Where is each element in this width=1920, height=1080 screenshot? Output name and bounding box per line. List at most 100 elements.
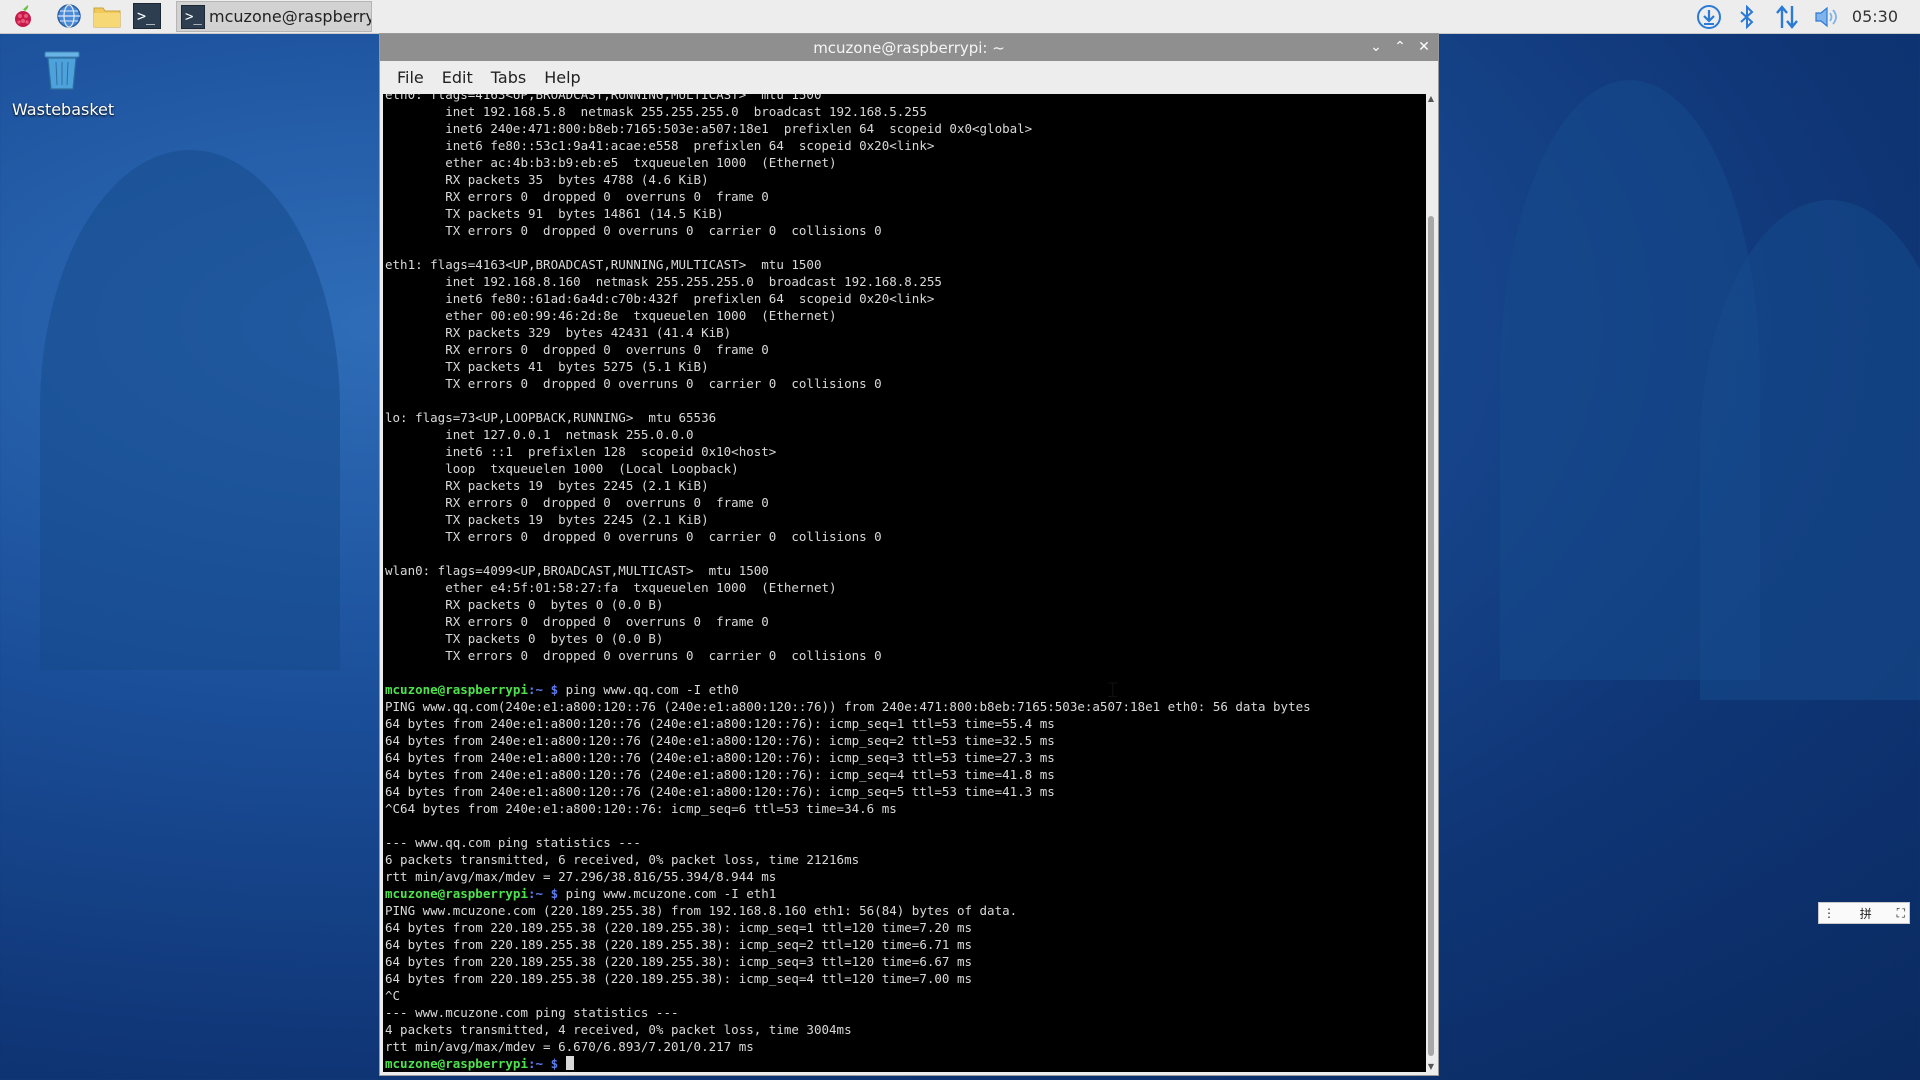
output-line: ^C64 bytes from 240e:e1:a800:120::76: ic… (385, 801, 897, 816)
command-text (558, 1056, 566, 1071)
output-line: RX packets 35 bytes 4788 (4.6 KiB) (385, 172, 709, 187)
network-icon[interactable] (1770, 0, 1804, 33)
output-line: RX packets 19 bytes 2245 (2.1 KiB) (385, 478, 709, 493)
menu-edit[interactable]: Edit (433, 68, 482, 87)
prompt-user: mcuzone@raspberrypi (385, 682, 528, 697)
prompt-user: mcuzone@raspberrypi (385, 886, 528, 901)
prompt-line: mcuzone@raspberrypi:~ $ (385, 1055, 1425, 1072)
title-bar[interactable]: mcuzone@raspberrypi: ~ ⌄ ⌃ ✕ (380, 34, 1438, 61)
scroll-down-arrow-icon[interactable]: ▼ (1426, 1062, 1436, 1072)
output-line: 64 bytes from 220.189.255.38 (220.189.25… (385, 954, 972, 969)
output-line: TX errors 0 dropped 0 overruns 0 carrier… (385, 376, 882, 391)
trash-icon (44, 51, 80, 90)
output-line: 64 bytes from 240e:e1:a800:120::76 (240e… (385, 733, 1055, 748)
output-line: 64 bytes from 240e:e1:a800:120::76 (240e… (385, 750, 1055, 765)
window-title: mcuzone@raspberrypi: ~ (813, 38, 1005, 57)
wastebasket-label: Wastebasket (12, 100, 115, 119)
clock[interactable]: 05:30 (1852, 0, 1898, 33)
output-line: inet 192.168.5.8 netmask 255.255.255.0 b… (385, 104, 927, 119)
output-line: eth0: flags=4163<UP,BROADCAST,RUNNING,MU… (385, 94, 822, 102)
mouse-ibeam-cursor-icon: 𝙸 (1105, 678, 1121, 703)
output-line: 64 bytes from 220.189.255.38 (220.189.25… (385, 937, 972, 952)
output-line: RX errors 0 dropped 0 overruns 0 frame 0 (385, 342, 769, 357)
scroll-thumb[interactable] (1428, 216, 1434, 1056)
terminal-icon[interactable]: >_ (130, 1, 164, 31)
output-line: 64 bytes from 240e:e1:a800:120::76 (240e… (385, 767, 1055, 782)
terminal-icon: >_ (181, 4, 206, 29)
command-text: ping www.qq.com -I eth0 (558, 682, 739, 697)
output-line: inet6 fe80::61ad:6a4d:c70b:432f prefixle… (385, 291, 935, 306)
output-line: 64 bytes from 220.189.255.38 (220.189.25… (385, 971, 972, 986)
output-line: inet 127.0.0.1 netmask 255.0.0.0 (385, 427, 694, 442)
output-line: inet 192.168.8.160 netmask 255.255.255.0… (385, 274, 942, 289)
prompt-user: mcuzone@raspberrypi (385, 1056, 528, 1071)
menu-tabs[interactable]: Tabs (482, 68, 535, 87)
bluetooth-icon[interactable] (1732, 0, 1762, 33)
output-line: 64 bytes from 240e:e1:a800:120::76 (240e… (385, 716, 1055, 731)
output-line: inet6 ::1 prefixlen 128 scopeid 0x10<hos… (385, 444, 777, 459)
file-manager-icon[interactable] (90, 1, 124, 31)
desktop-mountain (40, 150, 340, 670)
text-cursor (565, 1056, 574, 1070)
wastebasket-desktop-icon[interactable]: Wastebasket (12, 46, 115, 119)
output-line: RX errors 0 dropped 0 overruns 0 frame 0 (385, 495, 769, 510)
close-button[interactable]: ✕ (1414, 37, 1434, 57)
output-line: 64 bytes from 220.189.255.38 (220.189.25… (385, 920, 972, 935)
prompt-path: :~ $ (528, 682, 559, 697)
taskbar-task-terminal[interactable]: >_ mcuzone@raspberry... (176, 1, 372, 32)
maximize-button[interactable]: ⌃ (1390, 37, 1410, 57)
output-line: eth1: flags=4163<UP,BROADCAST,RUNNING,MU… (385, 257, 822, 272)
output-line: rtt min/avg/max/mdev = 6.670/6.893/7.201… (385, 1039, 754, 1054)
taskbar-task-label: mcuzone@raspberry... (209, 7, 371, 26)
raspberry-menu-icon[interactable] (6, 1, 40, 31)
ime-label: 拼 (1859, 906, 1872, 921)
prompt-line: mcuzone@raspberrypi:~ $ ping www.qq.com … (385, 681, 1425, 698)
output-line: 6 packets transmitted, 6 received, 0% pa… (385, 852, 860, 867)
menu-help[interactable]: Help (535, 68, 589, 87)
output-line: 64 bytes from 240e:e1:a800:120::76 (240e… (385, 784, 1055, 799)
minimize-button[interactable]: ⌄ (1366, 37, 1386, 57)
output-line: RX packets 0 bytes 0 (0.0 B) (385, 597, 664, 612)
ime-grip-icon: ⋮ (1823, 906, 1835, 920)
volume-icon[interactable] (1810, 0, 1844, 33)
output-line: TX packets 91 bytes 14861 (14.5 KiB) (385, 206, 724, 221)
terminal-output[interactable]: eth0: flags=4163<UP,BROADCAST,RUNNING,MU… (383, 94, 1426, 1072)
output-line: PING www.qq.com(240e:e1:a800:120::76 (24… (385, 699, 1311, 714)
taskbar: >_ >_ mcuzone@raspberry... 05:30 (0, 0, 1920, 34)
output-line: TX packets 0 bytes 0 (0.0 B) (385, 631, 664, 646)
terminal-text: eth0: flags=4163<UP,BROADCAST,RUNNING,MU… (383, 94, 1425, 1072)
menu-bar: File Edit Tabs Help (380, 61, 1438, 94)
input-method-widget[interactable]: ⋮ 拼 ⛶ (1818, 902, 1910, 924)
output-line: ether 00:e0:99:46:2d:8e txqueuelen 1000 … (385, 308, 837, 323)
output-line: inet6 fe80::53c1:9a41:acae:e558 prefixle… (385, 138, 935, 153)
prompt-path: :~ $ (528, 886, 559, 901)
output-line: loop txqueuelen 1000 (Local Loopback) (385, 461, 739, 476)
output-line: PING www.mcuzone.com (220.189.255.38) fr… (385, 903, 1018, 918)
vertical-scrollbar[interactable]: ▲ ▼ (1426, 94, 1436, 1072)
prompt-path: :~ $ (528, 1056, 559, 1071)
output-line: RX errors 0 dropped 0 overruns 0 frame 0 (385, 189, 769, 204)
terminal-window: mcuzone@raspberrypi: ~ ⌄ ⌃ ✕ File Edit T… (379, 33, 1439, 1076)
output-line: TX errors 0 dropped 0 overruns 0 carrier… (385, 529, 882, 544)
output-line: ^C (385, 988, 401, 1003)
output-line: inet6 240e:471:800:b8eb:7165:503e:a507:1… (385, 121, 1033, 136)
output-line: --- www.mcuzone.com ping statistics --- (385, 1005, 679, 1020)
menu-file[interactable]: File (388, 68, 433, 87)
command-text: ping www.mcuzone.com -I eth1 (558, 886, 777, 901)
ime-expand-icon: ⛶ (1896, 905, 1905, 920)
output-line: lo: flags=73<UP,LOOPBACK,RUNNING> mtu 65… (385, 410, 717, 425)
output-line: RX errors 0 dropped 0 overruns 0 frame 0 (385, 614, 769, 629)
web-browser-icon[interactable] (52, 1, 86, 31)
output-line: TX errors 0 dropped 0 overruns 0 carrier… (385, 648, 882, 663)
output-line: TX errors 0 dropped 0 overruns 0 carrier… (385, 223, 882, 238)
output-line: RX packets 329 bytes 42431 (41.4 KiB) (385, 325, 732, 340)
output-line: 4 packets transmitted, 4 received, 0% pa… (385, 1022, 852, 1037)
scroll-up-arrow-icon[interactable]: ▲ (1426, 94, 1436, 104)
download-icon[interactable] (1692, 0, 1726, 33)
output-line: ether ac:4b:b3:b9:eb:e5 txqueuelen 1000 … (385, 155, 837, 170)
